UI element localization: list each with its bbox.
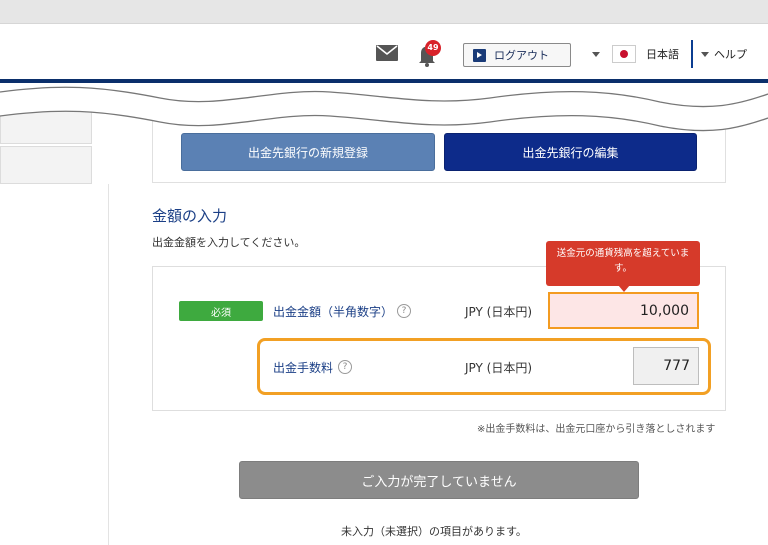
required-badge: 必須 [179,301,263,321]
edit-bank-button[interactable]: 出金先銀行の編集 [444,133,697,171]
amount-input[interactable] [548,292,699,329]
page: 49 ログアウト 日本語 ヘルプ 出金先銀行の新規登録 出金先銀行の編集 金額の… [0,0,768,545]
logout-button[interactable]: ログアウト [463,43,571,67]
notification-badge: 49 [425,40,441,56]
japan-flag-icon[interactable] [612,45,636,63]
submit-button[interactable]: ご入力が完了していません [239,461,639,499]
torn-edge-divider [0,86,768,132]
section-title: 金額の入力 [152,207,228,225]
fee-value: 777 [633,347,699,385]
header-rule [0,79,768,83]
help-link[interactable]: ヘルプ [714,46,747,62]
logout-icon [473,48,486,62]
error-tooltip: 送金元の通貨残高を超えています。 [546,241,700,286]
section-description: 出金金額を入力してください。 [152,236,306,249]
amount-label: 出金金額（半角数字） [273,305,394,319]
incomplete-warning: 未入力（未選択）の項目があります。 [341,525,527,538]
browser-top-strip [0,0,768,24]
sidebar-item[interactable] [0,146,92,184]
error-tooltip-tail [618,285,630,292]
new-bank-button[interactable]: 出金先銀行の新規登録 [181,133,435,171]
help-icon[interactable]: ? [397,304,411,318]
language-selector[interactable]: 日本語 [646,46,679,62]
fee-label: 出金手数料 [273,361,334,375]
chevron-down-icon[interactable] [701,52,709,57]
logout-label: ログアウト [494,49,549,62]
fee-currency: JPY (日本円) [465,361,533,375]
help-icon[interactable]: ? [338,360,352,374]
amount-currency: JPY (日本円) [465,305,533,319]
mail-icon[interactable] [376,45,398,61]
sidebar-divider [108,184,109,545]
fee-note: ※出金手数料は、出金元口座から引き落としされます [477,424,716,435]
header-separator [691,40,693,68]
chevron-down-icon[interactable] [592,52,600,57]
